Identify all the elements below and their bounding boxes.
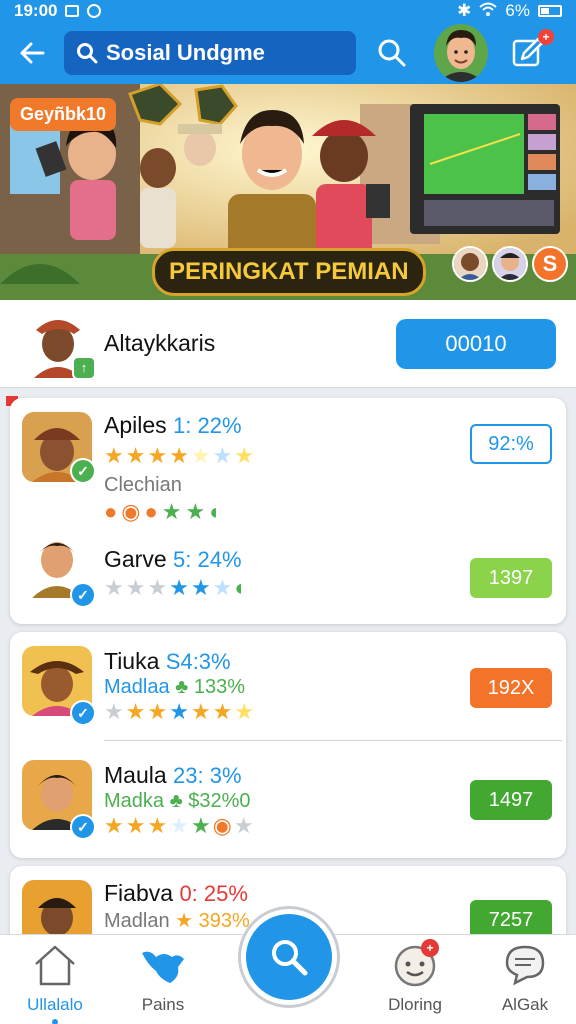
search-fab-ring — [238, 906, 340, 1008]
search-fab[interactable] — [246, 914, 332, 1000]
player-name: Garve — [104, 546, 167, 572]
nav-label: Dloring — [388, 995, 442, 1014]
nav-label: Ullalalo — [27, 995, 83, 1014]
banner-tag: Geyñbk10 — [10, 98, 117, 131]
player-sub-stat: $32%0 — [188, 790, 251, 812]
star-icon: ★ — [175, 910, 194, 932]
chat-icon — [499, 941, 551, 989]
rating-stars: ★ ★ ★ ★ ★ ◉ ★ — [104, 813, 254, 838]
wifi-icon — [479, 1, 498, 21]
player-subtitle: Madlan — [104, 910, 170, 932]
player-subtitle: Madka — [104, 790, 165, 812]
notification-dot: + — [538, 29, 554, 45]
search-field[interactable]: Sosial Undgme — [64, 31, 356, 75]
rating-stars: ★ ★ ★ ★ ★ ★ ★ — [104, 699, 255, 724]
search-title: Sosial Undgme — [106, 40, 265, 65]
nav-item-pains[interactable]: Pains — [108, 935, 218, 1024]
rank-up-badge: ↑ — [72, 355, 96, 380]
clover-icon: ♣ — [175, 676, 189, 698]
player-subtitle: Clechian — [104, 474, 182, 496]
verified-badge: ✓ — [70, 582, 96, 608]
status-time: 19:00 — [14, 1, 58, 20]
compose-button[interactable]: + — [508, 29, 554, 73]
current-user-avatar[interactable]: ↑ — [24, 310, 96, 380]
player-stat: 23: 3% — [173, 763, 242, 788]
player-name: Maula — [104, 762, 167, 788]
player-avatar[interactable] — [492, 246, 528, 282]
face-icon: + — [389, 939, 441, 989]
active-indicator — [52, 1019, 58, 1024]
nav-item-home[interactable]: Ullalalo — [0, 935, 110, 1024]
back-button[interactable] — [0, 22, 64, 84]
search-button[interactable] — [366, 27, 418, 79]
search-icon — [378, 39, 406, 67]
player-sub-stat: 393% — [198, 910, 250, 932]
player-name: Tiuka — [104, 648, 160, 674]
nav-item-dloring[interactable]: + Dloring — [360, 935, 470, 1024]
player-subtitle: Madlaa — [104, 676, 170, 698]
player-stat: S4:3% — [165, 649, 231, 674]
search-icon — [272, 940, 308, 976]
notification-icon — [65, 5, 80, 17]
banner-avatars: S — [452, 246, 568, 282]
row-divider — [104, 740, 562, 741]
current-user-row: ↑ Altaykkaris 00010 — [0, 300, 576, 388]
player-name: Fiabva — [104, 880, 174, 906]
score-button[interactable]: 92:% — [470, 424, 552, 464]
leaderboard-entry[interactable]: ✓ Maula 23: 3% Madka ♣ $32%0 ★ ★ ★ ★ ★ ◉ ★ 149… — [10, 748, 566, 858]
current-user-score-button[interactable]: 00010 — [396, 318, 556, 369]
app-bar: Sosial Undgme + — [0, 22, 576, 84]
leaderboard-entry[interactable]: ✓ Apiles 1: 22% ★ ★ ★ ★ ★ ★ ★ Clechian 92:% ● ◉… — [10, 398, 566, 524]
battery-icon — [538, 5, 562, 17]
leaderboard-card: ✓ Tiuka S4:3% Madlaa ♣ 133% ★ ★ ★ ★ ★ ★ ★ 192X… — [10, 632, 566, 858]
player-sub-stat: 133% — [193, 676, 246, 698]
verified-badge: ✓ — [70, 458, 96, 484]
banner-title: PERINGKAT PEMIAN — [152, 248, 426, 296]
nav-item-algak[interactable]: AlGak — [470, 935, 576, 1024]
notification-dot: + — [421, 939, 439, 957]
arrow-left-icon — [20, 42, 45, 64]
nav-label: Pains — [141, 995, 185, 1014]
current-user-name: Altaykkaris — [104, 330, 216, 356]
player-stat: 5: 24% — [173, 547, 242, 572]
player-stat: 0: 25% — [179, 881, 248, 906]
nav-label: AlGak — [501, 995, 549, 1014]
player-avatar[interactable] — [452, 246, 488, 282]
leaderboard-entry[interactable]: ✓ Tiuka S4:3% Madlaa ♣ 133% ★ ★ ★ ★ ★ ★ ★ 192X — [10, 632, 566, 742]
verified-badge: ✓ — [70, 700, 96, 726]
hero-banner: Geyñbk10 PERINGKAT PEMIAN S — [0, 84, 576, 300]
rating-stars: ★ ★ ★ ★ ★ ★ ★ — [104, 443, 255, 468]
verified-badge: ✓ — [70, 814, 96, 840]
player-avatar[interactable] — [22, 880, 92, 936]
score-badge[interactable]: S — [532, 246, 568, 282]
bird-icon — [137, 941, 189, 989]
player-name: Apiles — [104, 412, 167, 438]
clover-icon: ♣ — [169, 790, 183, 812]
score-button[interactable]: 7257 — [470, 900, 552, 936]
bluetooth-icon: ✱ — [457, 1, 472, 20]
score-button[interactable]: 1397 — [470, 558, 552, 598]
battery-percent: 6% — [505, 1, 530, 20]
search-icon — [77, 43, 98, 64]
score-button[interactable]: 192X — [470, 668, 552, 708]
player-stat: 1: 22% — [173, 413, 242, 438]
profile-avatar[interactable] — [434, 24, 488, 82]
rating-stars: ★ ★ ★ ★ ★ ★ ◐ — [104, 575, 248, 600]
timer-icon — [87, 4, 102, 18]
status-bar: 19:00 ✱ 6% — [0, 0, 576, 22]
home-icon — [29, 941, 81, 989]
leaderboard-card: ✓ Apiles 1: 22% ★ ★ ★ ★ ★ ★ ★ Clechian 92:% ● ◉… — [10, 398, 566, 624]
score-button[interactable]: 1497 — [470, 780, 552, 820]
leaderboard-entry[interactable]: ✓ Garve 5: 24% ★ ★ ★ ★ ★ ★ ◐ 1397 — [10, 514, 566, 624]
